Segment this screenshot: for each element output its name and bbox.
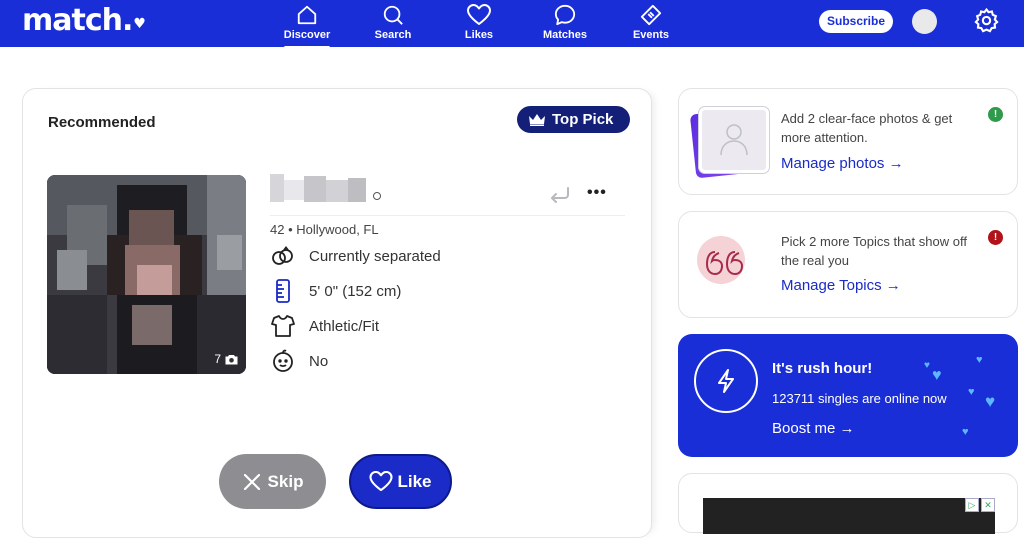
boost-me-link[interactable]: Boost me → bbox=[772, 420, 855, 437]
section-title: Recommended bbox=[48, 114, 156, 131]
rush-title: It's rush hour! bbox=[772, 360, 873, 377]
attribute-kids: No bbox=[270, 348, 328, 374]
rush-subtitle: 123711 singles are online now bbox=[772, 391, 947, 406]
photos-prompt-text: Add 2 clear-face photos & get more atten… bbox=[781, 111, 953, 145]
photo-placeholder bbox=[689, 107, 771, 179]
heart-decoration-icon: ♥ bbox=[932, 367, 942, 384]
blurred-name bbox=[270, 174, 366, 202]
manage-topics-link[interactable]: Manage Topics → bbox=[781, 277, 901, 294]
search-icon bbox=[383, 5, 403, 25]
skip-button[interactable]: Skip bbox=[219, 454, 326, 509]
profile-card: Recommended Top Pick 7 ••• 42 • Hollywoo… bbox=[22, 88, 652, 538]
heart-decoration-icon: ♥ bbox=[962, 426, 969, 438]
photos-prompt-card: Add 2 clear-face photos & get more atten… bbox=[678, 88, 1018, 195]
ad-close-icon[interactable]: ✕ bbox=[981, 498, 995, 512]
ad-card: ▷ ✕ bbox=[678, 473, 1018, 534]
chat-icon bbox=[554, 4, 576, 26]
profile-photo[interactable]: 7 bbox=[47, 175, 246, 374]
info-badge: ! bbox=[988, 107, 1003, 122]
settings-button[interactable] bbox=[974, 7, 999, 38]
gear-icon bbox=[974, 7, 999, 33]
blurred-photo bbox=[47, 175, 246, 374]
crown-icon bbox=[529, 114, 545, 126]
match-logo[interactable]: match.♥ bbox=[22, 3, 146, 38]
person-icon bbox=[720, 124, 748, 156]
rush-hour-card[interactable]: It's rush hour! 123711 singles are onlin… bbox=[678, 334, 1018, 457]
divider bbox=[270, 215, 625, 216]
lightning-icon bbox=[718, 369, 734, 393]
rings-icon bbox=[272, 246, 293, 265]
topics-prompt-text: Pick 2 more Topics that show off the rea… bbox=[781, 234, 967, 268]
user-avatar[interactable] bbox=[912, 9, 937, 34]
heart-decoration-icon: ♥ bbox=[968, 386, 975, 398]
attribute-height: 5' 0" (152 cm) bbox=[270, 278, 401, 304]
shirt-icon bbox=[271, 315, 295, 337]
alert-badge: ! bbox=[988, 230, 1003, 245]
ticket-icon bbox=[640, 4, 662, 26]
heart-decoration-icon: ♥ bbox=[976, 354, 983, 366]
ad-info-icon[interactable]: ▷ bbox=[965, 498, 979, 512]
subscribe-button[interactable]: Subscribe bbox=[819, 10, 893, 33]
attribute-body-type: Athletic/Fit bbox=[270, 313, 379, 339]
ruler-icon bbox=[276, 279, 290, 303]
quote-icon bbox=[697, 236, 745, 284]
top-nav-bar: match.♥ Discover Search Likes Matches Ev… bbox=[0, 0, 1024, 49]
heart-decoration-icon: ♥ bbox=[924, 360, 930, 371]
top-pick-badge: Top Pick bbox=[517, 106, 630, 133]
nav-events[interactable]: Events bbox=[615, 2, 687, 47]
nav-discover[interactable]: Discover bbox=[271, 2, 343, 49]
heart-icon bbox=[369, 471, 394, 492]
attribute-relationship: Currently separated bbox=[270, 243, 441, 269]
undo-icon bbox=[551, 187, 569, 203]
like-button[interactable]: Like bbox=[349, 454, 452, 509]
close-icon bbox=[243, 473, 260, 490]
nav-likes[interactable]: Likes bbox=[443, 2, 515, 47]
online-status-indicator bbox=[373, 192, 381, 200]
nav-matches[interactable]: Matches bbox=[529, 2, 601, 47]
topics-prompt-card: Pick 2 more Topics that show off the rea… bbox=[678, 211, 1018, 318]
photo-count: 7 bbox=[214, 352, 238, 366]
age-location: 42 • Hollywood, FL bbox=[270, 222, 379, 237]
nav-search[interactable]: Search bbox=[357, 2, 429, 47]
heart-decoration-icon: ♥ bbox=[985, 392, 996, 411]
manage-photos-link[interactable]: Manage photos → bbox=[781, 155, 904, 172]
baby-icon bbox=[273, 349, 293, 372]
home-icon bbox=[297, 5, 317, 25]
camera-icon bbox=[225, 354, 238, 364]
undo-button[interactable] bbox=[548, 185, 572, 210]
bolt-badge bbox=[694, 349, 758, 413]
heart-icon bbox=[467, 4, 491, 25]
more-options-button[interactable]: ••• bbox=[587, 184, 607, 202]
ad-banner[interactable] bbox=[703, 498, 995, 534]
ad-controls: ▷ ✕ bbox=[965, 498, 995, 512]
